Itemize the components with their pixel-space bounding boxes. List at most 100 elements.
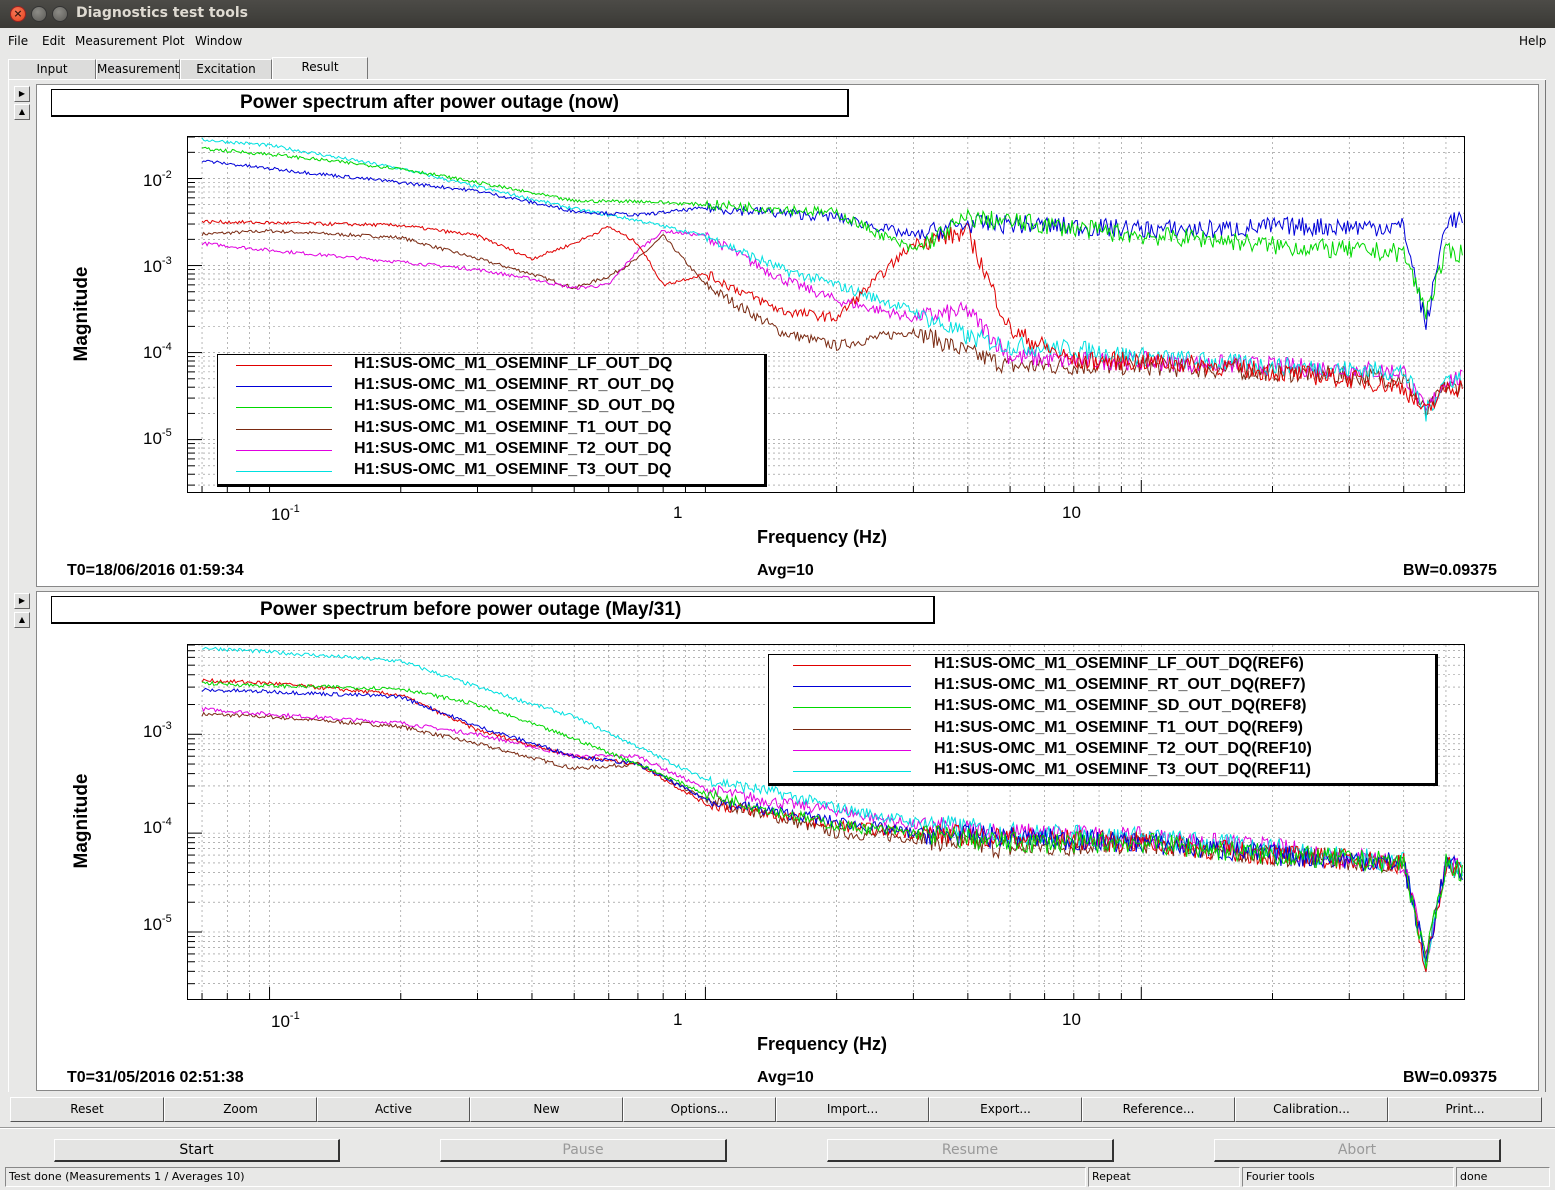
plot-title: Power spectrum before power outage (May/… — [51, 596, 935, 624]
legend-label: H1:SUS-OMC_M1_OSEMINF_RT_OUT_DQ — [354, 376, 675, 393]
pad1-up-button[interactable]: ▲ — [14, 104, 30, 120]
legend-swatch — [236, 386, 332, 387]
legend-label: H1:SUS-OMC_M1_OSEMINF_SD_OUT_DQ(REF8) — [934, 697, 1307, 714]
legend-label: H1:SUS-OMC_M1_OSEMINF_T2_OUT_DQ — [354, 440, 672, 457]
legend-swatch — [793, 771, 911, 772]
series-line-3 — [201, 146, 1463, 320]
close-icon: × — [13, 7, 23, 20]
abort-button[interactable]: Abort — [1214, 1139, 1501, 1162]
legend-entry: H1:SUS-OMC_M1_OSEMINF_T2_OUT_DQ — [218, 440, 764, 461]
y-tick: 10-2 — [143, 169, 172, 190]
menu-edit[interactable]: Edit — [42, 34, 65, 48]
plot-title-text: Power spectrum before power outage (May/… — [260, 599, 682, 620]
y-tick: 10-5 — [143, 913, 172, 934]
x-tick: 10 — [1062, 1010, 1081, 1029]
start-button[interactable]: Start — [54, 1139, 340, 1162]
x-axis-label: Frequency (Hz) — [757, 527, 888, 547]
status-bar: Test done (Measurements 1 / Averages 10)… — [0, 1167, 1555, 1187]
bw-label: BW=0.09375 — [1403, 1069, 1497, 1086]
tab-measurement[interactable]: Measurement — [96, 59, 180, 79]
y-axis-label: Magnitude — [71, 266, 92, 362]
y-axis-label: Magnitude — [71, 773, 92, 869]
calibration-button[interactable]: Calibration... — [1235, 1097, 1388, 1122]
window-minimize-button[interactable] — [31, 6, 47, 22]
legend-entry: H1:SUS-OMC_M1_OSEMINF_T3_OUT_DQ(REF11) — [769, 761, 1435, 782]
tab-bar: Input Measurement Excitation Result — [8, 57, 1548, 79]
reset-button[interactable]: Reset — [10, 1097, 164, 1122]
legend-entry: H1:SUS-OMC_M1_OSEMINF_T3_OUT_DQ — [218, 461, 764, 482]
bw-label: BW=0.09375 — [1403, 562, 1497, 579]
reference-button[interactable]: Reference... — [1082, 1097, 1235, 1122]
x-tick: 1 — [673, 503, 683, 522]
window-maximize-button[interactable] — [52, 6, 68, 22]
legend-entry: H1:SUS-OMC_M1_OSEMINF_LF_OUT_DQ(REF6) — [769, 655, 1435, 676]
arrow-right-icon: ▶ — [18, 596, 26, 605]
legend-label: H1:SUS-OMC_M1_OSEMINF_T3_OUT_DQ(REF11) — [934, 761, 1311, 778]
plot-pad-bottom[interactable]: Power spectrum before power outage (May/… — [36, 591, 1539, 1091]
legend-entry: H1:SUS-OMC_M1_OSEMINF_RT_OUT_DQ(REF7) — [769, 676, 1435, 697]
window-titlebar: × Diagnostics test tools — [0, 0, 1555, 28]
tab-input[interactable]: Input — [8, 59, 96, 79]
x-tick: 10-1 — [271, 1010, 300, 1031]
menu-plot[interactable]: Plot — [162, 34, 185, 48]
avg-label: Avg=10 — [757, 562, 814, 579]
legend-entry: H1:SUS-OMC_M1_OSEMINF_SD_OUT_DQ(REF8) — [769, 697, 1435, 718]
pad2-next-button[interactable]: ▶ — [14, 593, 30, 609]
legend-entry: H1:SUS-OMC_M1_OSEMINF_T1_OUT_DQ(REF9) — [769, 719, 1435, 740]
legend-label: H1:SUS-OMC_M1_OSEMINF_LF_OUT_DQ — [354, 355, 673, 372]
import-button[interactable]: Import... — [776, 1097, 929, 1122]
plot-title: Power spectrum after power outage (now) — [51, 89, 849, 117]
plot-legend: H1:SUS-OMC_M1_OSEMINF_LF_OUT_DQ(REF6) H1… — [768, 654, 1438, 786]
plot-button-row: Reset Zoom Active New Options... Import.… — [10, 1097, 1542, 1122]
legend-swatch — [236, 471, 332, 472]
active-button[interactable]: Active — [317, 1097, 470, 1122]
options-button[interactable]: Options... — [623, 1097, 776, 1122]
legend-label: H1:SUS-OMC_M1_OSEMINF_T1_OUT_DQ — [354, 419, 672, 436]
pad1-next-button[interactable]: ▶ — [14, 86, 30, 102]
window-close-button[interactable]: × — [10, 6, 26, 22]
legend-swatch — [793, 707, 911, 708]
legend-entry: H1:SUS-OMC_M1_OSEMINF_SD_OUT_DQ — [218, 397, 764, 418]
x-axis-label: Frequency (Hz) — [757, 1034, 888, 1054]
arrow-up-icon: ▲ — [18, 107, 26, 116]
legend-swatch — [236, 429, 332, 430]
legend-label: H1:SUS-OMC_M1_OSEMINF_RT_OUT_DQ(REF7) — [934, 676, 1306, 693]
frame-edge-right — [1545, 80, 1546, 1092]
menu-help[interactable]: Help — [1519, 34, 1546, 48]
print-button[interactable]: Print... — [1388, 1097, 1542, 1122]
avg-label: Avg=10 — [757, 1069, 814, 1086]
legend-label: H1:SUS-OMC_M1_OSEMINF_LF_OUT_DQ(REF6) — [934, 655, 1304, 672]
plot-pad-top[interactable]: Power spectrum after power outage (now) … — [36, 84, 1539, 587]
legend-swatch — [236, 407, 332, 408]
legend-swatch — [793, 686, 911, 687]
tab-excitation[interactable]: Excitation — [180, 59, 272, 79]
legend-label: H1:SUS-OMC_M1_OSEMINF_T3_OUT_DQ — [354, 461, 672, 478]
zoom-button[interactable]: Zoom — [164, 1097, 317, 1122]
pause-button[interactable]: Pause — [440, 1139, 727, 1162]
legend-swatch — [793, 750, 911, 751]
resume-button[interactable]: Resume — [827, 1139, 1114, 1162]
new-button[interactable]: New — [470, 1097, 623, 1122]
status-message: Test done (Measurements 1 / Averages 10) — [5, 1167, 1086, 1187]
plot-legend: H1:SUS-OMC_M1_OSEMINF_LF_OUT_DQ H1:SUS-O… — [217, 354, 767, 487]
menu-window[interactable]: Window — [195, 34, 242, 48]
legend-label: H1:SUS-OMC_M1_OSEMINF_T1_OUT_DQ(REF9) — [934, 719, 1303, 736]
export-button[interactable]: Export... — [929, 1097, 1082, 1122]
menu-measurement[interactable]: Measurement — [75, 34, 157, 48]
x-tick: 10-1 — [271, 503, 300, 524]
legend-swatch — [236, 365, 332, 366]
y-tick: 10-3 — [143, 255, 172, 276]
y-tick: 10-5 — [143, 427, 172, 448]
pad2-up-button[interactable]: ▲ — [14, 612, 30, 628]
legend-swatch — [793, 665, 911, 666]
legend-label: H1:SUS-OMC_M1_OSEMINF_SD_OUT_DQ — [354, 397, 675, 414]
status-tools: Fourier tools — [1242, 1167, 1454, 1187]
legend-label: H1:SUS-OMC_M1_OSEMINF_T2_OUT_DQ(REF10) — [934, 740, 1312, 757]
tab-result[interactable]: Result — [272, 57, 368, 79]
y-tick: 10-3 — [143, 720, 172, 741]
menu-bar: File Edit Measurement Plot Window Help — [0, 30, 1555, 52]
menu-file[interactable]: File — [8, 34, 28, 48]
frame-edge-left — [8, 80, 9, 1092]
t0-label: T0=31/05/2016 02:51:38 — [67, 1069, 244, 1086]
x-tick: 1 — [673, 1010, 683, 1029]
